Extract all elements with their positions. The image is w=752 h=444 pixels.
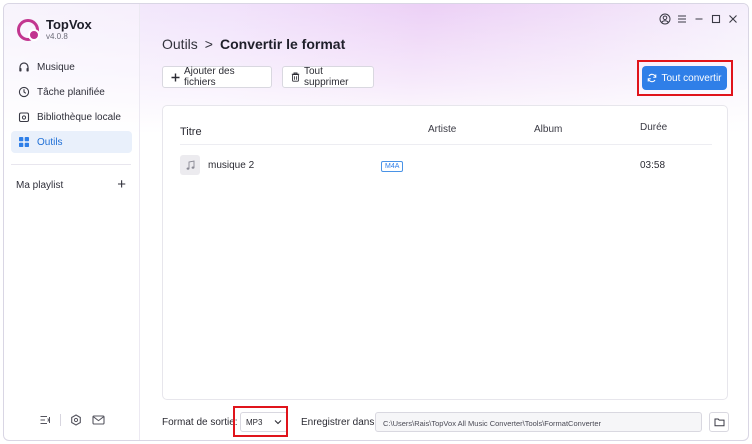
chevron-down-icon: [274, 419, 282, 425]
folder-icon: [714, 417, 725, 427]
footer-separator: [60, 414, 61, 426]
add-playlist-button[interactable]: +: [117, 177, 126, 192]
app-version: v4.0.8: [46, 32, 68, 41]
output-format-value: MP3: [246, 417, 263, 427]
library-icon: [17, 110, 31, 124]
collapse-icon[interactable]: [38, 413, 52, 427]
plus-icon: [171, 73, 180, 82]
add-files-label: Ajouter des fichiers: [184, 66, 235, 88]
breadcrumb: Outils > Convertir le format: [162, 36, 345, 52]
output-format-label: Format de sortie:: [162, 417, 238, 428]
playlist-header: Ma playlist +: [16, 177, 126, 192]
close-icon[interactable]: [726, 12, 740, 26]
maximize-icon[interactable]: [709, 12, 723, 26]
sidebar-divider: [11, 164, 131, 165]
format-badge: M4A: [381, 161, 404, 172]
save-path-field[interactable]: C:\Users\Rais\TopVox All Music Converter…: [375, 412, 702, 432]
app-window: TopVox v4.0.8 Musique Tâche planifiée Bi…: [3, 3, 749, 441]
column-header-artist: Artiste: [428, 124, 457, 135]
browse-folder-button[interactable]: [709, 412, 729, 432]
sidebar-item-label: Tâche planifiée: [37, 86, 105, 98]
page-title: Convertir le format: [219, 36, 346, 52]
settings-hex-icon[interactable]: [69, 413, 83, 427]
convert-all-button[interactable]: Tout convertir: [642, 66, 727, 90]
column-header-duration: Durée: [640, 122, 668, 133]
column-header-album: Album: [534, 124, 563, 135]
add-files-button[interactable]: Ajouter des fichiers: [162, 66, 272, 88]
breadcrumb-parent[interactable]: Outils: [162, 36, 198, 52]
refresh-icon: [647, 73, 657, 83]
sidebar-item-label: Musique: [37, 61, 75, 73]
brand: TopVox v4.0.8: [17, 18, 92, 42]
file-list-panel: Titre Artiste Album Durée musique 2 M4A …: [162, 105, 728, 400]
sidebar-nav: Musique Tâche planifiée Bibliothèque loc…: [11, 56, 132, 156]
row-title: musique 2: [208, 160, 255, 171]
output-settings: Format de sortie: MP3 Enregistrer dans: …: [162, 412, 732, 434]
app-name: TopVox: [46, 17, 92, 32]
sidebar-footer: [38, 413, 113, 427]
menu-icon[interactable]: [675, 12, 689, 26]
topvox-logo-icon: [17, 19, 40, 41]
sidebar-item-tache-planifiee[interactable]: Tâche planifiée: [11, 81, 132, 103]
save-location-label: Enregistrer dans:: [301, 417, 378, 428]
delete-all-button[interactable]: Tout supprimer: [282, 66, 374, 88]
account-icon[interactable]: [658, 12, 672, 26]
window-controls: [655, 12, 740, 26]
sidebar: TopVox v4.0.8 Musique Tâche planifiée Bi…: [4, 4, 140, 440]
grid-icon: [17, 135, 31, 149]
header-divider: [180, 144, 712, 145]
sidebar-item-label: Bibliothèque locale: [37, 111, 121, 123]
table-row[interactable]: musique 2 M4A 03:58: [180, 155, 712, 179]
output-format-select[interactable]: MP3: [240, 412, 288, 432]
sidebar-item-bibliotheque-locale[interactable]: Bibliothèque locale: [11, 106, 132, 128]
convert-all-label: Tout convertir: [661, 72, 722, 84]
clock-icon: [17, 85, 31, 99]
headphones-icon: [17, 60, 31, 74]
minimize-icon[interactable]: [692, 12, 706, 26]
breadcrumb-separator: >: [204, 36, 213, 52]
playlist-label: Ma playlist: [16, 179, 64, 191]
column-header-title: Titre: [180, 126, 202, 138]
mail-icon[interactable]: [91, 413, 105, 427]
music-note-icon: [180, 155, 200, 175]
sidebar-item-outils[interactable]: Outils: [11, 131, 132, 153]
sidebar-item-label: Outils: [37, 136, 63, 148]
trash-icon: [291, 72, 300, 82]
row-duration: 03:58: [640, 160, 666, 171]
delete-all-label: Tout supprimer: [304, 66, 349, 88]
sidebar-item-musique[interactable]: Musique: [11, 56, 132, 78]
